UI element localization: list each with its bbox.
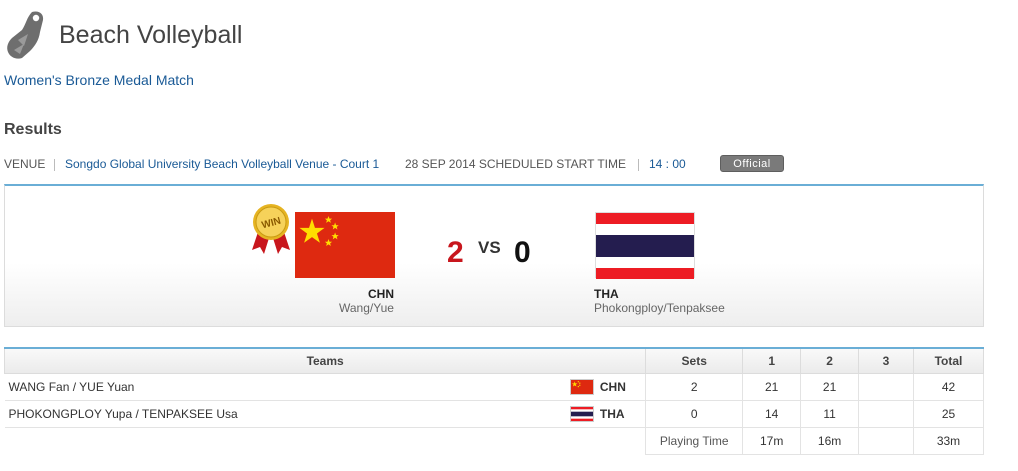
empty-cell [5, 427, 552, 454]
divider [54, 159, 55, 171]
col-header-total: Total [912, 347, 985, 374]
venue-name-link[interactable]: Songdo Global University Beach Volleybal… [65, 157, 379, 171]
set2-time: 16m [800, 427, 860, 455]
col-header-set3: 3 [858, 347, 914, 374]
start-time: 14 : 00 [649, 157, 686, 171]
set2-cell: 11 [800, 400, 860, 428]
divider [638, 159, 639, 171]
status-badge: Official [720, 155, 784, 172]
team-name: WANG Fan / YUE Yuan [4, 373, 552, 401]
away-team-code: THA [594, 287, 619, 301]
set1-time: 17m [742, 427, 802, 455]
event-name-link[interactable]: Women's Bronze Medal Match [4, 72, 194, 88]
match-summary: WIN 2 VS 0 CHN Wang/Yue THA Phokongploy/… [4, 184, 984, 327]
thailand-flag-icon [569, 405, 594, 422]
page-header: Beach Volleyball [4, 10, 604, 60]
home-team-code: CHN [368, 287, 394, 301]
win-medal-icon: WIN [252, 204, 290, 254]
col-header-teams: Teams [3, 347, 647, 374]
table-row: WANG Fan / YUE Yuan CHN 2 21 21 42 [4, 373, 985, 401]
country-code: THA [599, 406, 625, 421]
home-team-players: Wang/Yue [339, 301, 394, 315]
col-header-set2: 2 [800, 347, 860, 374]
venue-label: VENUE [4, 157, 46, 171]
china-flag-icon [569, 378, 594, 395]
sport-title: Beach Volleyball [59, 21, 243, 49]
total-cell: 42 [913, 373, 985, 401]
set3-cell [858, 373, 914, 401]
away-score: 0 [514, 236, 531, 269]
china-flag [295, 212, 395, 278]
table-header-row: Teams Sets 1 2 3 Total [3, 347, 985, 374]
table-row: PHOKONGPLOY Yupa / TENPAKSEE Usa THA 0 1… [4, 400, 985, 428]
thailand-flag [595, 212, 695, 279]
results-table: Teams Sets 1 2 3 Total WANG Fan / YUE Yu… [3, 347, 985, 455]
col-header-sets: Sets [645, 347, 744, 374]
set2-cell: 21 [800, 373, 860, 401]
playing-time-label: Playing Time [645, 427, 744, 455]
col-header-set1: 1 [742, 347, 802, 374]
total-time: 33m [913, 427, 985, 455]
set1-cell: 21 [742, 373, 802, 401]
volleyball-player-icon [7, 11, 44, 59]
empty-cell [551, 427, 647, 454]
schedule-label: 28 SEP 2014 SCHEDULED START TIME [405, 157, 626, 171]
set3-cell [858, 400, 914, 428]
away-team-players: Phokongploy/Tenpaksee [594, 301, 725, 315]
set1-cell: 14 [742, 400, 802, 428]
playing-time-row: Playing Time 17m 16m 33m [5, 427, 985, 455]
team-name: PHOKONGPLOY Yupa / TENPAKSEE Usa [4, 400, 552, 428]
home-score: 2 [447, 236, 464, 269]
vs-label: VS [478, 238, 501, 257]
set3-time [858, 427, 914, 455]
team-country: THA [551, 400, 647, 428]
total-cell: 25 [913, 400, 985, 428]
sets-cell: 0 [645, 400, 744, 428]
sets-cell: 2 [645, 373, 744, 401]
country-code: CHN [599, 379, 626, 394]
team-country: CHN [551, 373, 647, 401]
results-heading: Results [4, 121, 62, 138]
